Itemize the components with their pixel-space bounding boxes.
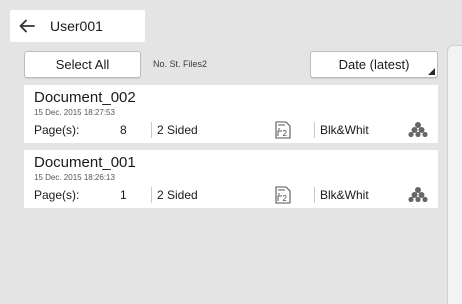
- svg-text:2: 2: [283, 194, 288, 203]
- divider: [151, 187, 152, 203]
- divider: [314, 122, 315, 138]
- pages-label: Page(s):: [34, 188, 80, 202]
- sort-date-button[interactable]: Date (latest): [310, 51, 438, 78]
- arrow-left-icon: [19, 19, 35, 33]
- document-date: 15 Dec. 2015 18:26:13: [34, 173, 115, 182]
- document-date: 15 Dec. 2015 18:27:53: [34, 108, 115, 117]
- divider: [314, 187, 315, 203]
- document-details: Page(s): 8 2 Sided 2 Blk&Whit: [24, 120, 438, 140]
- sided-mode: 2 Sided: [157, 188, 198, 202]
- dropdown-corner-icon: [428, 68, 435, 75]
- document-list: Document_002 15 Dec. 2015 18:27:53 Page(…: [24, 85, 438, 215]
- pages-label: Page(s):: [34, 123, 80, 137]
- select-all-button[interactable]: Select All: [24, 51, 141, 78]
- document-name: Document_002: [34, 89, 136, 106]
- color-mode: Blk&Whit: [320, 188, 369, 202]
- combine-2-icon: 2: [275, 121, 291, 139]
- pages-count: 8: [120, 123, 127, 137]
- sided-mode: 2 Sided: [157, 123, 198, 137]
- toner-dots-icon: [408, 187, 428, 202]
- stored-files-count: No. St. Files2: [153, 59, 208, 69]
- sort-date-label: Date (latest): [338, 57, 410, 72]
- color-mode: Blk&Whit: [320, 123, 369, 137]
- pages-count: 1: [120, 188, 127, 202]
- combine-2-icon: 2: [275, 186, 291, 204]
- document-item[interactable]: Document_002 15 Dec. 2015 18:27:53 Page(…: [24, 85, 438, 143]
- divider: [151, 122, 152, 138]
- header-bar: User001: [10, 10, 145, 42]
- toner-dots-icon: [408, 122, 428, 137]
- page-title: User001: [50, 18, 103, 34]
- side-panel-edge: [447, 45, 462, 304]
- document-item[interactable]: Document_001 15 Dec. 2015 18:26:13 Page(…: [24, 150, 438, 208]
- svg-text:2: 2: [283, 129, 288, 138]
- document-name: Document_001: [34, 154, 136, 171]
- document-details: Page(s): 1 2 Sided 2 Blk&Whit: [24, 185, 438, 205]
- back-button[interactable]: [10, 10, 44, 42]
